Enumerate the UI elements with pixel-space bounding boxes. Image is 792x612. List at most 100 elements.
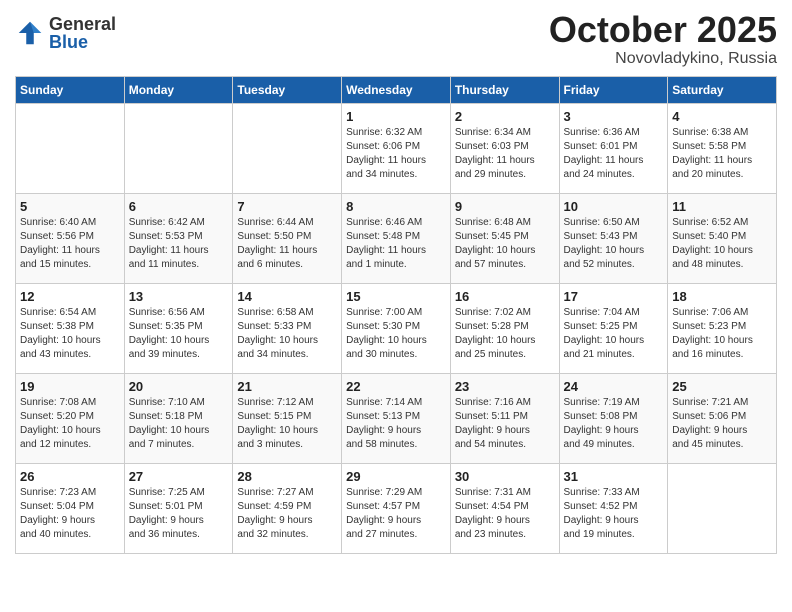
day-info: Sunrise: 6:54 AMSunset: 5:38 PMDaylight:…	[20, 306, 120, 362]
calendar-cell: 28 Sunrise: 7:27 AMSunset: 4:59 PMDayligh…	[233, 463, 342, 553]
day-number: 8	[346, 199, 446, 214]
day-number: 14	[237, 289, 337, 304]
calendar-cell: 21Sunrise: 7:12 AMSunset: 5:15 PMDayligh…	[233, 373, 342, 463]
day-info: Sunrise: 6:36 AMSunset: 6:01 PMDaylight:…	[564, 126, 664, 182]
day-number: 19	[20, 379, 120, 394]
calendar-cell: 3 Sunrise: 6:36 AMSunset: 6:01 PMDaylight…	[559, 103, 668, 193]
day-info: Sunrise: 7:08 AMSunset: 5:20 PMDaylight:…	[20, 396, 120, 452]
calendar-cell: 23 Sunrise: 7:16 AMSunset: 5:11 PMDayligh…	[450, 373, 559, 463]
calendar-cell: 14 Sunrise: 6:58 AMSunset: 5:33 PMDayligh…	[233, 283, 342, 373]
calendar-cell: 9Sunrise: 6:48 AMSunset: 5:45 PMDaylight…	[450, 193, 559, 283]
day-number: 17	[564, 289, 664, 304]
day-info: Sunrise: 7:33 AMSunset: 4:52 PMDaylight:…	[564, 486, 664, 542]
weekday-header-monday: Monday	[124, 76, 233, 103]
day-number: 28	[237, 469, 337, 484]
day-number: 23	[455, 379, 555, 394]
calendar-table: SundayMondayTuesdayWednesdayThursdayFrid…	[15, 76, 777, 554]
day-number: 20	[129, 379, 229, 394]
logo-blue-text: Blue	[49, 33, 116, 51]
calendar-cell: 4Sunrise: 6:38 AMSunset: 5:58 PMDaylight…	[668, 103, 777, 193]
logo-general-text: General	[49, 15, 116, 33]
day-number: 12	[20, 289, 120, 304]
calendar-week-row: 19 Sunrise: 7:08 AMSunset: 5:20 PMDayligh…	[16, 373, 777, 463]
page-container: General Blue October 2025 Novovladykino,…	[0, 0, 792, 569]
calendar-cell: 27 Sunrise: 7:25 AMSunset: 5:01 PMDayligh…	[124, 463, 233, 553]
day-number: 15	[346, 289, 446, 304]
calendar-week-row: 26 Sunrise: 7:23 AMSunset: 5:04 PMDayligh…	[16, 463, 777, 553]
calendar-cell: 20 Sunrise: 7:10 AMSunset: 5:18 PMDayligh…	[124, 373, 233, 463]
weekday-header-row: SundayMondayTuesdayWednesdayThursdayFrid…	[16, 76, 777, 103]
weekday-header-thursday: Thursday	[450, 76, 559, 103]
day-info: Sunrise: 7:31 AMSunset: 4:54 PMDaylight:…	[455, 486, 555, 542]
calendar-cell: 15 Sunrise: 7:00 AMSunset: 5:30 PMDayligh…	[342, 283, 451, 373]
day-number: 7	[237, 199, 337, 214]
day-number: 13	[129, 289, 229, 304]
day-info: Sunrise: 6:40 AMSunset: 5:56 PMDaylight:…	[20, 216, 120, 272]
calendar-week-row: 1 Sunrise: 6:32 AMSunset: 6:06 PMDaylight…	[16, 103, 777, 193]
day-info: Sunrise: 6:58 AMSunset: 5:33 PMDaylight:…	[237, 306, 337, 362]
month-title: October 2025	[549, 10, 777, 50]
logo: General Blue	[15, 15, 116, 51]
logo-icon	[15, 18, 45, 48]
calendar-cell	[124, 103, 233, 193]
day-number: 29	[346, 469, 446, 484]
calendar-cell: 19 Sunrise: 7:08 AMSunset: 5:20 PMDayligh…	[16, 373, 125, 463]
day-info: Sunrise: 7:10 AMSunset: 5:18 PMDaylight:…	[129, 396, 229, 452]
calendar-cell: 18Sunrise: 7:06 AMSunset: 5:23 PMDayligh…	[668, 283, 777, 373]
day-info: Sunrise: 6:50 AMSunset: 5:43 PMDaylight:…	[564, 216, 664, 272]
header-area: General Blue October 2025 Novovladykino,…	[15, 10, 777, 68]
weekday-header-wednesday: Wednesday	[342, 76, 451, 103]
day-number: 18	[672, 289, 772, 304]
day-info: Sunrise: 7:02 AMSunset: 5:28 PMDaylight:…	[455, 306, 555, 362]
day-info: Sunrise: 7:21 AMSunset: 5:06 PMDaylight:…	[672, 396, 772, 452]
day-number: 6	[129, 199, 229, 214]
day-number: 31	[564, 469, 664, 484]
weekday-header-tuesday: Tuesday	[233, 76, 342, 103]
day-info: Sunrise: 7:23 AMSunset: 5:04 PMDaylight:…	[20, 486, 120, 542]
calendar-cell: 24 Sunrise: 7:19 AMSunset: 5:08 PMDayligh…	[559, 373, 668, 463]
day-info: Sunrise: 6:44 AMSunset: 5:50 PMDaylight:…	[237, 216, 337, 272]
day-info: Sunrise: 7:04 AMSunset: 5:25 PMDaylight:…	[564, 306, 664, 362]
calendar-cell: 29 Sunrise: 7:29 AMSunset: 4:57 PMDayligh…	[342, 463, 451, 553]
calendar-cell: 17 Sunrise: 7:04 AMSunset: 5:25 PMDayligh…	[559, 283, 668, 373]
day-info: Sunrise: 6:32 AMSunset: 6:06 PMDaylight:…	[346, 126, 446, 182]
day-number: 24	[564, 379, 664, 394]
calendar-cell: 10 Sunrise: 6:50 AMSunset: 5:43 PMDayligh…	[559, 193, 668, 283]
day-info: Sunrise: 7:29 AMSunset: 4:57 PMDaylight:…	[346, 486, 446, 542]
day-number: 4	[672, 109, 772, 124]
calendar-cell: 13Sunrise: 6:56 AMSunset: 5:35 PMDayligh…	[124, 283, 233, 373]
calendar-cell	[16, 103, 125, 193]
day-info: Sunrise: 7:19 AMSunset: 5:08 PMDaylight:…	[564, 396, 664, 452]
day-number: 2	[455, 109, 555, 124]
day-number: 3	[564, 109, 664, 124]
calendar-cell	[668, 463, 777, 553]
day-number: 10	[564, 199, 664, 214]
day-number: 26	[20, 469, 120, 484]
calendar-cell	[233, 103, 342, 193]
day-number: 16	[455, 289, 555, 304]
day-number: 21	[237, 379, 337, 394]
day-info: Sunrise: 7:25 AMSunset: 5:01 PMDaylight:…	[129, 486, 229, 542]
location: Novovladykino, Russia	[549, 50, 777, 68]
day-info: Sunrise: 7:14 AMSunset: 5:13 PMDaylight:…	[346, 396, 446, 452]
calendar-cell: 11Sunrise: 6:52 AMSunset: 5:40 PMDayligh…	[668, 193, 777, 283]
calendar-week-row: 5Sunrise: 6:40 AMSunset: 5:56 PMDaylight…	[16, 193, 777, 283]
calendar-cell: 7 Sunrise: 6:44 AMSunset: 5:50 PMDaylight…	[233, 193, 342, 283]
calendar-cell: 6Sunrise: 6:42 AMSunset: 5:53 PMDaylight…	[124, 193, 233, 283]
day-info: Sunrise: 6:46 AMSunset: 5:48 PMDaylight:…	[346, 216, 446, 272]
calendar-cell: 1 Sunrise: 6:32 AMSunset: 6:06 PMDaylight…	[342, 103, 451, 193]
calendar-cell: 30Sunrise: 7:31 AMSunset: 4:54 PMDayligh…	[450, 463, 559, 553]
day-info: Sunrise: 7:27 AMSunset: 4:59 PMDaylight:…	[237, 486, 337, 542]
day-number: 1	[346, 109, 446, 124]
calendar-cell: 22Sunrise: 7:14 AMSunset: 5:13 PMDayligh…	[342, 373, 451, 463]
day-info: Sunrise: 7:16 AMSunset: 5:11 PMDaylight:…	[455, 396, 555, 452]
logo-text: General Blue	[49, 15, 116, 51]
weekday-header-saturday: Saturday	[668, 76, 777, 103]
calendar-cell: 25Sunrise: 7:21 AMSunset: 5:06 PMDayligh…	[668, 373, 777, 463]
day-info: Sunrise: 7:00 AMSunset: 5:30 PMDaylight:…	[346, 306, 446, 362]
calendar-cell: 31 Sunrise: 7:33 AMSunset: 4:52 PMDayligh…	[559, 463, 668, 553]
day-number: 27	[129, 469, 229, 484]
weekday-header-sunday: Sunday	[16, 76, 125, 103]
calendar-cell: 2Sunrise: 6:34 AMSunset: 6:03 PMDaylight…	[450, 103, 559, 193]
day-number: 9	[455, 199, 555, 214]
